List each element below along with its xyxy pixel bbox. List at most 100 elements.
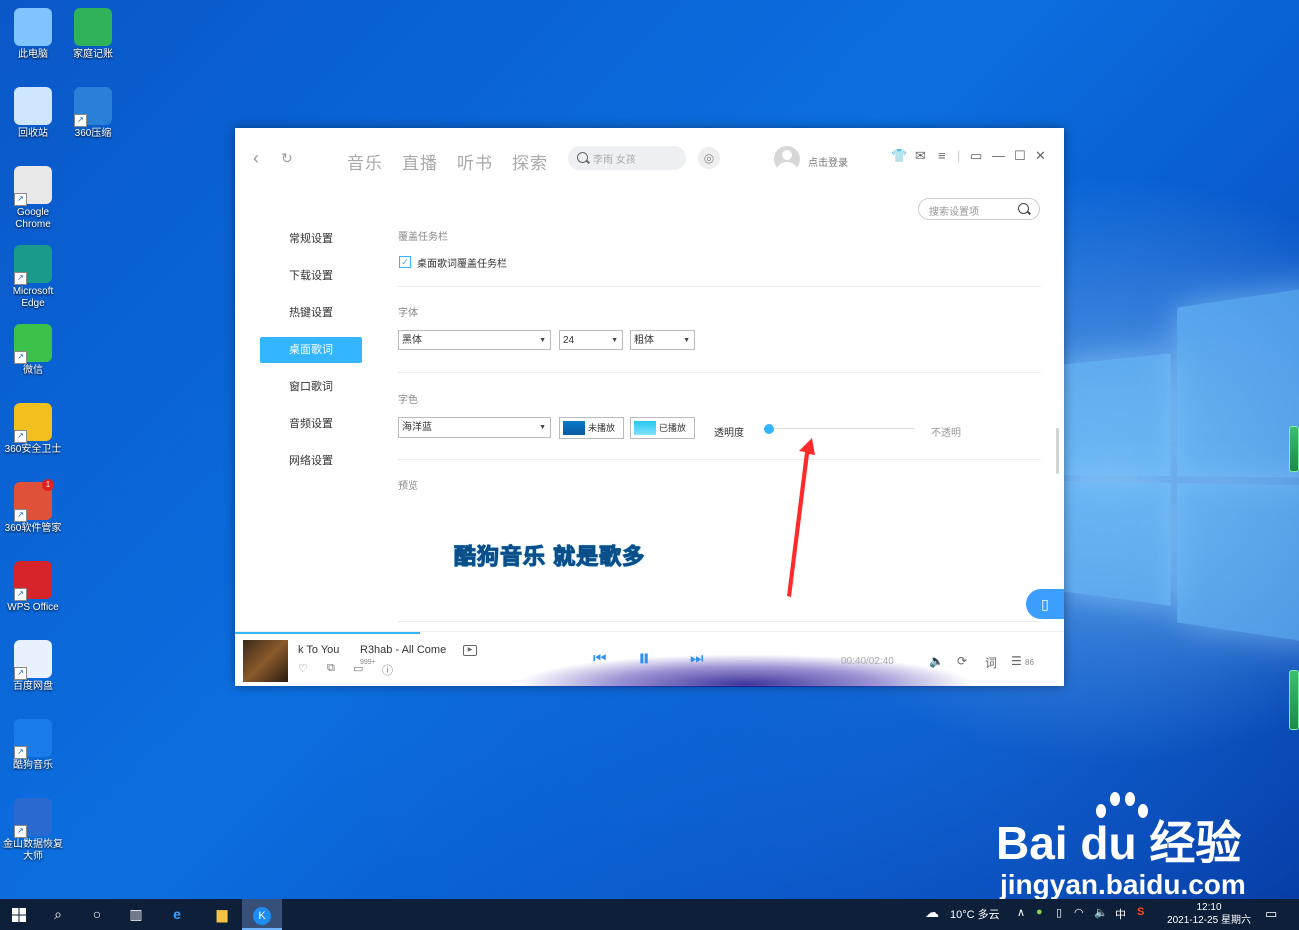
start-button[interactable] [0, 899, 38, 930]
info-icon[interactable]: ⓘ [382, 662, 393, 678]
mv-icon[interactable]: ▶ [463, 645, 477, 656]
desktop-icon-2[interactable]: 回收站 [0, 87, 66, 140]
shortcut-arrow-icon: ↗ [14, 509, 27, 522]
voice-search-icon[interactable]: ◎ [698, 147, 720, 169]
kugou-taskbar-icon[interactable]: K [242, 899, 282, 930]
avatar[interactable] [774, 146, 800, 172]
cover-taskbar-checkbox[interactable]: ✓ [399, 256, 411, 268]
lyrics-button[interactable]: 词 [985, 654, 997, 671]
maximize-icon[interactable]: ☐ [1014, 148, 1026, 164]
desktop-icon-0[interactable]: 此电脑 [0, 8, 66, 61]
song-artist[interactable]: R3hab - All Come [360, 644, 446, 656]
desktop-icon-3[interactable]: ↗ 360压缩 [60, 87, 126, 140]
desktop-icon-label: 酷狗音乐 [13, 760, 53, 771]
next-icon[interactable]: ⏭ [690, 650, 704, 667]
minimize-icon[interactable]: — [992, 148, 1005, 163]
desktop-icon-5[interactable]: ↗ Microsoft Edge [0, 245, 66, 310]
sogou-icon[interactable]: S [1137, 906, 1144, 918]
divider [398, 372, 1041, 373]
volume-icon[interactable]: 🔈 [929, 654, 944, 668]
opacity-slider-handle[interactable] [764, 424, 774, 434]
unplayed-label: 未播放 [588, 423, 616, 433]
skin-icon[interactable]: 👕 [891, 148, 907, 164]
desktop-icon-8[interactable]: ↗ 1 360软件管家 [0, 479, 66, 535]
login-link[interactable]: 点击登录 [808, 154, 848, 169]
font-family-select[interactable]: 黑体 ▼ [398, 330, 551, 350]
desktop-icon-12[interactable]: ↗ 金山数据恢复大师 [0, 798, 66, 863]
ime-indicator[interactable]: 中 [1115, 906, 1126, 922]
heart-icon[interactable]: ♡ [298, 662, 308, 675]
desktop-icon-label: 360压缩 [74, 128, 112, 139]
system-clock[interactable]: 12:10 2021-12-25 星期六 [1161, 901, 1257, 927]
notification-icon[interactable]: ▭ [1265, 906, 1277, 922]
clock-time: 12:10 [1196, 902, 1222, 913]
search-icon[interactable]: ⌕ [39, 899, 77, 930]
settings-search-input[interactable]: 搜索设置项 [918, 198, 1040, 220]
album-cover[interactable] [243, 640, 288, 682]
desktop-icon-6[interactable]: ↗ 微信 [0, 324, 66, 377]
loop-icon[interactable]: ⟳ [957, 654, 967, 668]
sidebar-item-3[interactable]: 桌面歌词 [260, 337, 362, 363]
data-recovery-icon: ↗ [14, 798, 52, 838]
desktop-icon-10[interactable]: ↗ 百度网盘 [0, 640, 66, 693]
360-tray-icon[interactable]: ● [1036, 906, 1043, 918]
mail-icon[interactable]: ✉ [915, 148, 926, 164]
refresh-icon[interactable]: ↻ [281, 150, 293, 167]
previous-icon[interactable]: ⏮ [593, 650, 607, 667]
sidebar-item-1[interactable]: 下载设置 [260, 263, 362, 289]
played-color-button[interactable]: 已播放 [630, 417, 695, 439]
network-icon[interactable]: ▯ [1056, 906, 1062, 919]
desktop-icon-label: WPS Office [7, 602, 59, 613]
pause-icon[interactable]: ⏸ [638, 645, 650, 673]
preview-lyric: 酷狗音乐 就是歌多 [453, 544, 646, 570]
playlist-icon[interactable]: ☰ [1011, 654, 1022, 668]
desktop-icon-11[interactable]: ↗ 酷狗音乐 [0, 719, 66, 772]
settings-scrollbar[interactable] [1056, 428, 1059, 474]
weather-icon[interactable]: ☁ [925, 904, 939, 921]
desktop-icon-7[interactable]: ↗ 360安全卫士 [0, 403, 66, 456]
section-title-preview: 预览 [398, 481, 418, 492]
tab-audiobook[interactable]: 听书 [457, 149, 493, 174]
song-title[interactable]: k To You [298, 644, 339, 656]
chrome-icon: ↗ [14, 166, 52, 206]
font-weight-select[interactable]: 粗体 ▼ [630, 330, 695, 350]
close-icon[interactable]: ✕ [1035, 148, 1046, 164]
divider [398, 459, 1041, 460]
ie-icon[interactable]: e [158, 899, 196, 930]
sidebar-item-2[interactable]: 热键设置 [260, 300, 362, 326]
task-view-icon[interactable]: ▥ [117, 899, 155, 930]
tab-explore[interactable]: 探索 [512, 149, 548, 174]
phone-sync-button[interactable]: ▯ [1026, 589, 1064, 619]
tab-music[interactable]: 音乐 [347, 149, 383, 174]
search-input[interactable]: 李雨 女孩 [568, 146, 686, 170]
tab-live[interactable]: 直播 [402, 149, 438, 174]
weather-text[interactable]: 10°C 多云 [950, 906, 1000, 922]
unplayed-color-button[interactable]: 未播放 [559, 417, 624, 439]
sidebar-item-4[interactable]: 窗口歌词 [260, 374, 362, 400]
sidebar-item-0[interactable]: 常规设置 [260, 226, 362, 252]
playback-time: 00:40/02:40 [841, 656, 894, 667]
color-scheme-select[interactable]: 海洋蓝 ▼ [398, 417, 551, 438]
clock-date: 2021-12-25 星期六 [1167, 915, 1251, 926]
mini-mode-icon[interactable]: ▭ [970, 148, 982, 164]
cortana-icon[interactable]: ○ [78, 899, 116, 930]
sidebar-item-6[interactable]: 网络设置 [260, 448, 362, 474]
chevron-up-icon[interactable]: ∧ [1017, 906, 1025, 919]
divider [398, 621, 1041, 622]
volume-icon[interactable]: 🔈 [1094, 906, 1108, 919]
font-size-select[interactable]: 24 ▼ [559, 330, 623, 350]
desktop-icon-1[interactable]: 家庭记账 [60, 8, 126, 61]
desktop-icon-4[interactable]: ↗ Google Chrome [0, 166, 66, 231]
opacity-slider-track[interactable] [769, 428, 915, 429]
menu-icon[interactable]: ≡ [938, 148, 946, 163]
desktop-icon-9[interactable]: ↗ WPS Office [0, 561, 66, 614]
wifi-icon[interactable]: ◠ [1074, 906, 1084, 919]
baidu-netdisk-icon: ↗ [14, 640, 52, 680]
file-explorer-icon[interactable]: ▆ [203, 899, 241, 930]
share-icon[interactable]: ⧉ [327, 662, 335, 675]
cover-taskbar-label[interactable]: 桌面歌词覆盖任务栏 [417, 255, 507, 270]
back-icon[interactable]: ‹ [253, 148, 259, 169]
shortcut-arrow-icon: ↗ [14, 588, 27, 601]
playback-progress[interactable] [235, 632, 420, 634]
sidebar-item-5[interactable]: 音频设置 [260, 411, 362, 437]
